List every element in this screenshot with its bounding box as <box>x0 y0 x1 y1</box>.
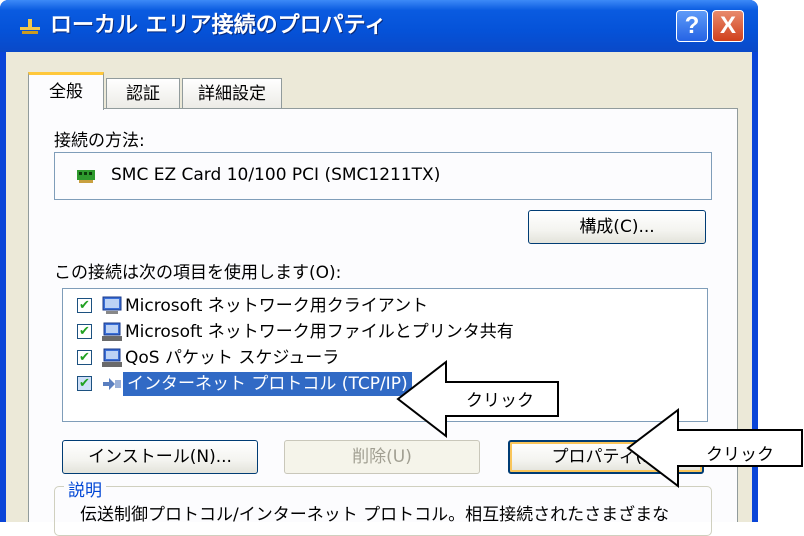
help-button[interactable]: ? <box>676 10 708 42</box>
connect-using-label: 接続の方法: <box>54 131 145 151</box>
device-name: SMC EZ Card 10/100 PCI (SMC1211TX) <box>111 165 441 185</box>
protocol-icon <box>103 378 121 390</box>
checkbox[interactable]: ✔ <box>77 298 92 313</box>
checkbox[interactable]: ✔ <box>77 376 92 391</box>
description-text: 伝送制御プロトコル/インターネット プロトコル。相互接続されたさまざまな <box>80 505 670 525</box>
description-label: 説明 <box>64 476 106 501</box>
tab-general[interactable]: 全般 <box>28 72 104 110</box>
network-connection-icon <box>20 19 40 34</box>
window-title: ローカル エリア接続のプロパティ <box>50 13 387 38</box>
configure-button[interactable]: 構成(C)... <box>528 210 706 244</box>
tab-authentication[interactable]: 認証 <box>106 78 180 108</box>
list-item[interactable]: ✔ Microsoft ネットワーク用ファイルとプリンタ共有 <box>71 319 711 345</box>
close-button[interactable]: X <box>712 10 744 42</box>
uninstall-button: 削除(U) <box>284 440 480 474</box>
tab-advanced[interactable]: 詳細設定 <box>182 78 282 108</box>
components-label: この接続は次の項目を使用します(O): <box>54 263 342 283</box>
checkbox[interactable]: ✔ <box>77 350 92 365</box>
list-item[interactable]: ✔ QoS パケット スケジューラ <box>71 345 711 371</box>
list-item-label: インターネット プロトコル (TCP/IP) <box>123 372 412 396</box>
network-card-icon <box>77 170 95 183</box>
list-item[interactable]: ✔ Microsoft ネットワーク用クライアント <box>71 293 711 319</box>
click-callout-label: クリック <box>466 391 534 411</box>
components-listbox[interactable]: ✔ Microsoft ネットワーク用クライアント ✔ Microsoft ネッ… <box>62 288 708 422</box>
qos-scheduler-icon <box>102 348 122 367</box>
list-item-selected[interactable]: ✔ インターネット プロトコル (TCP/IP) <box>71 371 711 397</box>
install-button[interactable]: インストール(N)... <box>62 440 258 474</box>
network-client-icon <box>102 296 122 314</box>
click-callout-label: クリック <box>706 445 774 465</box>
file-printer-sharing-icon <box>102 322 122 341</box>
title-bar[interactable]: ローカル エリア接続のプロパティ ? X <box>0 0 758 52</box>
list-item-label: Microsoft ネットワーク用ファイルとプリンタ共有 <box>125 322 514 342</box>
device-box: SMC EZ Card 10/100 PCI (SMC1211TX) <box>54 152 712 200</box>
list-item-label: Microsoft ネットワーク用クライアント <box>125 296 429 316</box>
list-item-label: QoS パケット スケジューラ <box>125 348 340 368</box>
checkbox[interactable]: ✔ <box>77 324 92 339</box>
